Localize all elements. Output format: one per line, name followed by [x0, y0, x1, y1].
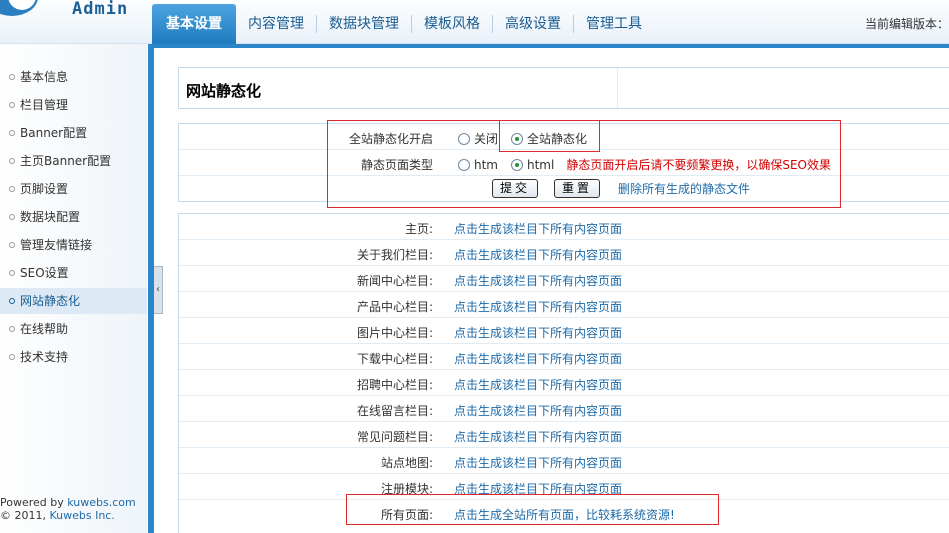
top-header: Admin 基本设置 内容管理 数据块管理 模板风格 高级设置 管理工具 当前编…	[0, 0, 949, 44]
main-content: 网站静态化 全站静态化开启 关闭 全站静态化 静态页面类型 htm html 静…	[163, 48, 949, 533]
sidebar-item-seo-settings[interactable]: SEO设置	[0, 260, 147, 286]
generate-pages-list: 主页: 点击生成该栏目下所有内容页面 关于我们栏目: 点击生成该栏目下所有内容页面 …	[178, 213, 949, 533]
list-item: 产品中心栏目: 点击生成该栏目下所有内容页面	[179, 292, 949, 318]
generate-about-link[interactable]: 点击生成该栏目下所有内容页面	[454, 246, 622, 263]
page-title-panel: 网站静态化	[178, 67, 949, 109]
logo-text: Admin	[72, 0, 129, 19]
bullet-icon	[9, 101, 15, 108]
static-enable-row: 全站静态化开启 关闭 全站静态化	[179, 124, 949, 150]
generate-home-link[interactable]: 点击生成该栏目下所有内容页面	[454, 220, 622, 237]
list-item: 常见问题栏目: 点击生成该栏目下所有内容页面	[179, 422, 949, 448]
nav-tab-basic-settings[interactable]: 基本设置	[152, 4, 236, 44]
copyright-link[interactable]: Kuwebs Inc.	[49, 509, 114, 522]
nav-tab-data-block-management[interactable]: 数据块管理	[317, 4, 411, 44]
sidebar-item-footer-settings[interactable]: 页脚设置	[0, 176, 147, 202]
bullet-icon	[9, 297, 15, 304]
list-item: 招聘中心栏目: 点击生成该栏目下所有内容页面	[179, 370, 949, 396]
sidebar-item-online-help[interactable]: 在线帮助	[0, 316, 147, 342]
list-item: 主页: 点击生成该栏目下所有内容页面	[179, 214, 949, 240]
radio-off[interactable]	[458, 132, 470, 145]
bullet-icon	[9, 185, 15, 192]
sidebar-item-basic-info[interactable]: 基本信息	[0, 64, 147, 90]
sidebar-item-tech-support[interactable]: 技术支持	[0, 344, 147, 370]
sidebar-item-data-block-config[interactable]: 数据块配置	[0, 204, 147, 230]
list-item: 站点地图: 点击生成该栏目下所有内容页面	[179, 448, 949, 474]
generate-faq-link[interactable]: 点击生成该栏目下所有内容页面	[454, 428, 622, 445]
bullet-icon	[9, 73, 15, 80]
bullet-icon	[9, 325, 15, 332]
generate-products-link[interactable]: 点击生成该栏目下所有内容页面	[454, 298, 622, 315]
generate-downloads-link[interactable]: 点击生成该栏目下所有内容页面	[454, 350, 622, 367]
logo: Admin	[0, 0, 150, 44]
sidebar-item-site-static[interactable]: 网站静态化	[0, 288, 147, 314]
generate-news-link[interactable]: 点击生成该栏目下所有内容页面	[454, 272, 622, 289]
static-enable-label: 全站静态化开启	[348, 132, 433, 146]
list-item: 下载中心栏目: 点击生成该栏目下所有内容页面	[179, 344, 949, 370]
generate-jobs-link[interactable]: 点击生成该栏目下所有内容页面	[454, 376, 622, 393]
generate-sitemap-link[interactable]: 点击生成该栏目下所有内容页面	[454, 454, 622, 471]
nav-tab-template-style[interactable]: 模板风格	[412, 4, 492, 44]
list-item: 注册模块: 点击生成该栏目下所有内容页面	[179, 474, 949, 500]
radio-html[interactable]	[511, 158, 523, 171]
static-off-option[interactable]: 关闭	[458, 130, 498, 147]
bullet-icon	[9, 129, 15, 136]
reset-button[interactable]: 重置	[554, 179, 601, 198]
static-settings-form: 全站静态化开启 关闭 全站静态化 静态页面类型 htm html 静态页面开启后…	[178, 123, 949, 202]
list-item: 关于我们栏目: 点击生成该栏目下所有内容页面	[179, 240, 949, 266]
sidebar-item-column-management[interactable]: 栏目管理	[0, 92, 147, 118]
list-item: 在线留言栏目: 点击生成该栏目下所有内容页面	[179, 396, 949, 422]
main-nav: 基本设置 内容管理 数据块管理 模板风格 高级设置 管理工具	[152, 2, 654, 44]
delete-static-files-link[interactable]: 删除所有生成的静态文件	[618, 180, 750, 197]
generate-register-link[interactable]: 点击生成该栏目下所有内容页面	[454, 480, 622, 497]
generate-messages-link[interactable]: 点击生成该栏目下所有内容页面	[454, 402, 622, 419]
list-item: 图片中心栏目: 点击生成该栏目下所有内容页面	[179, 318, 949, 344]
sidebar: 基本信息 栏目管理 Banner配置 主页Banner配置 页脚设置 数据块配置…	[0, 44, 147, 533]
sidebar-item-banner-config[interactable]: Banner配置	[0, 120, 147, 146]
bullet-icon	[9, 157, 15, 164]
sidebar-footer: Powered by kuwebs.com © 2011, Kuwebs Inc…	[0, 496, 136, 522]
radio-on[interactable]	[511, 132, 524, 145]
bullet-icon	[9, 241, 15, 248]
static-type-label: 静态页面类型	[360, 158, 433, 172]
powered-by-link[interactable]: kuwebs.com	[67, 496, 135, 509]
radio-htm[interactable]	[458, 158, 470, 171]
list-item: 所有页面: 点击生成全站所有页面，比较耗系统资源!	[380, 506, 675, 523]
collapse-sidebar-icon[interactable]: ‹	[154, 266, 163, 314]
type-htm-option[interactable]: htm	[458, 158, 498, 172]
nav-tab-management-tools[interactable]: 管理工具	[574, 4, 654, 44]
generate-images-link[interactable]: 点击生成该栏目下所有内容页面	[454, 324, 622, 341]
bullet-icon	[9, 213, 15, 220]
nav-tab-advanced-settings[interactable]: 高级设置	[493, 4, 573, 44]
edit-version-status: 当前编辑版本：	[864, 17, 949, 31]
form-actions-row: 提交 重置 删除所有生成的静态文件	[179, 176, 949, 202]
list-item: 新闻中心栏目: 点击生成该栏目下所有内容页面	[179, 266, 949, 292]
generate-all-pages-link[interactable]: 点击生成全站所有页面，比较耗系统资源!	[454, 506, 675, 523]
type-html-option[interactable]: html	[511, 158, 554, 172]
static-type-row: 静态页面类型 htm html 静态页面开启后请不要频繁更换，以确保SEO效果	[179, 150, 949, 176]
sidebar-item-home-banner-config[interactable]: 主页Banner配置	[0, 148, 147, 174]
submit-button[interactable]: 提交	[492, 179, 539, 198]
nav-tab-content-management[interactable]: 内容管理	[236, 4, 316, 44]
sidebar-item-friend-links[interactable]: 管理友情链接	[0, 232, 147, 258]
page-title: 网站静态化	[186, 82, 262, 100]
bullet-icon	[9, 353, 15, 360]
static-on-option[interactable]: 全站静态化	[511, 130, 587, 147]
bullet-icon	[9, 269, 15, 276]
seo-warning-text: 静态页面开启后请不要频繁更换，以确保SEO效果	[566, 158, 831, 172]
